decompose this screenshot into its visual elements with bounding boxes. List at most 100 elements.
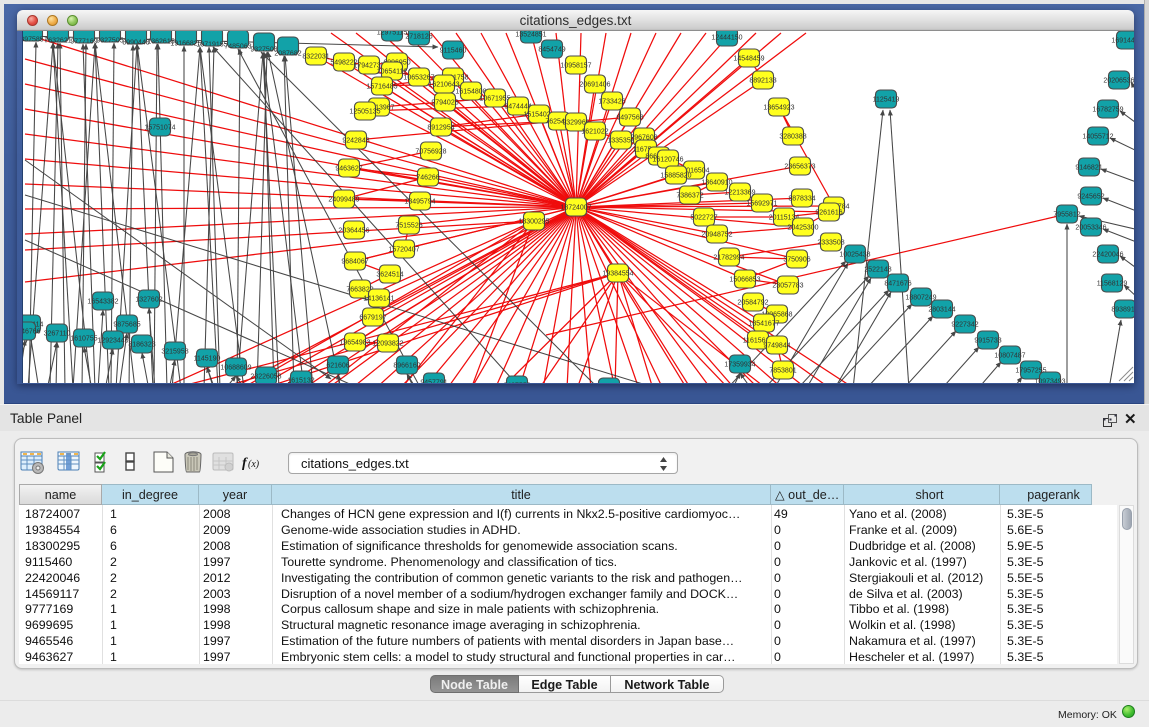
svg-text:3750906: 3750906 <box>783 257 810 264</box>
svg-text:2333508: 2333508 <box>817 240 844 247</box>
svg-text:15720407: 15720407 <box>388 247 419 254</box>
svg-text:3280388: 3280388 <box>779 134 806 141</box>
svg-text:20364456: 20364456 <box>338 228 369 235</box>
svg-text:18541677: 18541677 <box>748 321 779 328</box>
svg-text:9463627: 9463627 <box>335 166 362 173</box>
svg-text:7853801: 7853801 <box>769 368 796 375</box>
svg-text:1621022: 1621022 <box>581 129 608 136</box>
svg-text:7485063: 7485063 <box>224 44 251 51</box>
svg-text:16154808: 16154808 <box>455 89 486 96</box>
svg-text:70756928: 70756928 <box>415 149 446 156</box>
svg-text:10025438: 10025438 <box>839 252 870 259</box>
svg-text:3215958: 3215958 <box>161 349 188 356</box>
svg-text:15885820: 15885820 <box>660 173 691 180</box>
svg-text:9749844: 9749844 <box>763 343 790 350</box>
svg-text:20584792: 20584792 <box>737 300 768 307</box>
svg-text:18724007: 18724007 <box>560 205 591 212</box>
svg-text:9115460: 9115460 <box>440 48 467 55</box>
svg-text:17359934: 17359934 <box>724 362 755 369</box>
svg-text:1327602: 1327602 <box>135 297 162 304</box>
svg-text:1733426: 1733426 <box>598 99 625 106</box>
svg-text:9261616: 9261616 <box>815 210 842 217</box>
svg-text:13495794: 13495794 <box>404 199 435 206</box>
svg-text:6497568: 6497568 <box>616 115 643 122</box>
svg-text:7386372: 7386372 <box>676 193 703 200</box>
svg-text:22420046: 22420046 <box>1092 252 1123 259</box>
svg-text:23656373: 23656373 <box>784 164 815 171</box>
svg-text:1610755: 1610755 <box>70 336 97 343</box>
svg-text:9915733: 9915733 <box>974 338 1001 345</box>
svg-text:8454749: 8454749 <box>538 47 565 54</box>
svg-text:24099489: 24099489 <box>328 197 359 204</box>
svg-text:17046766: 17046766 <box>23 329 41 336</box>
svg-text:16782759: 16782759 <box>1092 107 1123 114</box>
svg-text:8912954: 8912954 <box>427 125 454 132</box>
svg-text:9327505: 9327505 <box>96 38 123 45</box>
svg-text:18807249: 18807249 <box>905 295 936 302</box>
svg-text:5022727: 5022727 <box>690 215 717 222</box>
svg-text:7955812: 7955812 <box>1053 212 1080 219</box>
svg-text:15716485: 15716485 <box>366 84 397 91</box>
svg-text:20206536: 20206536 <box>1103 78 1134 85</box>
svg-text:12213369: 12213369 <box>724 190 755 197</box>
svg-text:3267110: 3267110 <box>44 331 71 338</box>
svg-text:20691406: 20691406 <box>579 82 610 89</box>
svg-text:8966160: 8966160 <box>393 363 420 370</box>
svg-text:10719155: 10719155 <box>196 42 227 49</box>
svg-text:11568129: 11568129 <box>1097 281 1128 288</box>
svg-text:9794028: 9794028 <box>431 100 458 107</box>
svg-text:20053346: 20053346 <box>1075 225 1106 232</box>
svg-text:23057783: 23057783 <box>772 283 803 290</box>
svg-text:8427552: 8427552 <box>503 383 530 384</box>
svg-text:15066853: 15066853 <box>729 277 760 284</box>
svg-text:6679197: 6679197 <box>359 315 386 322</box>
svg-text:9684067: 9684067 <box>341 259 368 266</box>
svg-text:19654983: 19654983 <box>339 340 370 347</box>
svg-text:14136141: 14136141 <box>363 296 394 303</box>
svg-text:10973493: 10973493 <box>1034 379 1065 384</box>
svg-text:16543382: 16543382 <box>87 299 118 306</box>
svg-text:9474444: 9474444 <box>504 104 531 111</box>
svg-text:8990448: 8990448 <box>122 40 149 47</box>
svg-text:16210643: 16210643 <box>428 82 459 89</box>
svg-text:1615132: 1615132 <box>287 378 314 384</box>
svg-text:3624514: 3624514 <box>376 272 403 279</box>
svg-text:9227342: 9227342 <box>951 322 978 329</box>
svg-text:7632621: 7632621 <box>44 38 71 45</box>
svg-text:8186323: 8186323 <box>128 342 155 349</box>
svg-text:9245652: 9245652 <box>1077 194 1104 201</box>
svg-text:7515526: 7515526 <box>395 223 422 230</box>
svg-text:21782994: 21782994 <box>713 255 744 262</box>
svg-text:621606: 621606 <box>326 363 349 370</box>
svg-text:12093822: 12093822 <box>372 341 403 348</box>
svg-text:8322031: 8322031 <box>302 54 329 61</box>
svg-text:10688609: 10688609 <box>220 365 251 372</box>
svg-text:8471676: 8471676 <box>884 281 911 288</box>
svg-text:19384554: 19384554 <box>602 271 633 278</box>
svg-text:13524851: 13524851 <box>515 32 546 39</box>
svg-text:20425300: 20425300 <box>787 225 818 232</box>
svg-text:9457791: 9457791 <box>420 380 447 384</box>
svg-text:16120746: 16120746 <box>652 157 683 164</box>
svg-text:10958157: 10958157 <box>560 63 591 70</box>
svg-text:8878334: 8878334 <box>788 196 815 203</box>
svg-text:12923446: 12923446 <box>97 338 128 345</box>
svg-text:9777169: 9777169 <box>70 39 97 46</box>
svg-text:15692971: 15692971 <box>746 201 777 208</box>
svg-text:12444150: 12444150 <box>711 35 742 42</box>
svg-text:12505135: 12505135 <box>349 109 380 116</box>
svg-text:12975115: 12975115 <box>377 31 408 37</box>
svg-text:8938913: 8938913 <box>1111 307 1134 314</box>
svg-text:13640910: 13640910 <box>701 180 732 187</box>
svg-text:10653267: 10653267 <box>403 75 434 82</box>
svg-text:14548459: 14548459 <box>733 56 764 63</box>
svg-text:14055712: 14055712 <box>1082 134 1113 141</box>
svg-text:2803144: 2803144 <box>928 307 955 314</box>
svg-text:2087682: 2087682 <box>274 51 301 58</box>
svg-text:15751074: 15751074 <box>144 125 175 132</box>
svg-text:18300295: 18300295 <box>518 219 549 226</box>
svg-text:2718126: 2718126 <box>405 34 432 41</box>
svg-text:10671955: 10671955 <box>479 96 510 103</box>
svg-text:9875685: 9875685 <box>113 322 140 329</box>
svg-text:8892133: 8892133 <box>749 78 776 85</box>
